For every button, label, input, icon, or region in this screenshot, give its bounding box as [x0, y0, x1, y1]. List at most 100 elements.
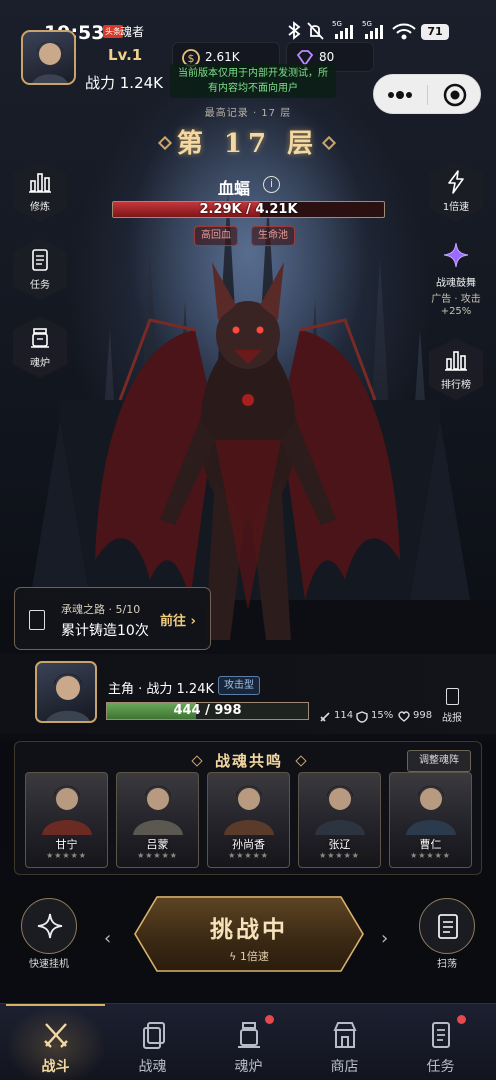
dev-notice: 当前版本仅用于内部开发测试，所有内容均不面向用户 — [170, 64, 336, 98]
nav-label: 战斗 — [41, 1059, 70, 1075]
player-avatar[interactable] — [21, 30, 76, 85]
furnace-button[interactable]: 魂炉 — [9, 316, 71, 378]
coin-amount: 2.61K — [205, 50, 240, 64]
lightning-icon — [448, 170, 464, 194]
nav-item-furnace[interactable]: 魂炉 — [199, 1004, 298, 1080]
hero-card-name: 孙尚香 — [232, 838, 265, 851]
bluetooth-icon — [288, 21, 301, 40]
nav-label: 商店 — [330, 1059, 359, 1075]
floor-title: 第 17 层 — [150, 124, 346, 164]
hero-defense: 15% — [371, 710, 394, 721]
war-drum-bonus: +25% — [440, 306, 472, 317]
boss-trait-badge[interactable]: 生命池 — [251, 226, 295, 246]
shop-icon — [333, 1022, 357, 1048]
hero-card-stars: ★★★★★ — [228, 851, 269, 860]
scroll-icon — [32, 249, 48, 271]
bottom-nav: 战斗 战魂 魂炉 商店 任务 — [0, 1003, 496, 1080]
quick-idle-button[interactable] — [21, 898, 77, 954]
network-label: 5G — [332, 20, 342, 28]
hero-health: 998 — [413, 710, 433, 721]
hero-portrait-icon — [133, 785, 183, 835]
hero-card[interactable]: 孙尚香 ★★★★★ — [207, 772, 290, 868]
notification-badge — [265, 1015, 274, 1024]
sparkle-icon — [37, 913, 63, 939]
sparkle-icon — [443, 242, 469, 268]
heart-icon — [398, 711, 410, 722]
quick-idle-label: 快速挂机 — [29, 959, 69, 970]
hero-hp-bar: 444 / 998 — [106, 702, 309, 720]
notification-badge — [457, 1015, 466, 1024]
challenge-button[interactable]: 挑战中 ϟ 1倍速 — [134, 896, 364, 972]
wifi-icon — [392, 23, 416, 40]
nav-item-soul[interactable]: 战魂 — [103, 1004, 202, 1080]
boss-hp-bar: 2.29K / 4.21K — [112, 201, 385, 218]
task-button[interactable]: 任务 — [9, 238, 71, 300]
warrior-portrait-icon — [46, 673, 90, 721]
shield-icon — [356, 711, 368, 723]
quest-panel[interactable]: 承魂之路 · 5/10 累计铸造10次 前往 › — [14, 587, 211, 650]
sweep-button[interactable] — [419, 898, 475, 954]
hero-name-power: 主角 · 战力 1.24K — [108, 682, 214, 697]
hero-card-name: 曹仁 — [419, 838, 442, 851]
cultivate-label: 修炼 — [30, 202, 50, 213]
scroll-icon — [432, 1022, 450, 1048]
hero-portrait-icon — [42, 785, 92, 835]
player-power: 战力 1.24K — [85, 74, 164, 92]
hero-card[interactable]: 甘宁 ★★★★★ — [25, 772, 108, 868]
hero-role-tag: 攻击型 — [218, 676, 260, 695]
nav-item-task[interactable]: 任务 — [391, 1004, 490, 1080]
player-level: Lv.1 — [108, 46, 143, 64]
boss-hp-text: 2.29K / 4.21K — [199, 202, 298, 217]
speed-label: 1倍速 — [442, 202, 470, 213]
next-arrow[interactable]: › — [381, 928, 388, 949]
nav-label: 魂炉 — [234, 1059, 263, 1075]
app-name: 魂者 — [120, 25, 145, 39]
furnace-label: 魂炉 — [30, 358, 50, 369]
hero-card[interactable]: 吕蒙 ★★★★★ — [116, 772, 199, 868]
boss-name: 血蝠 — [218, 179, 251, 198]
hero-card-stars: ★★★★★ — [410, 851, 451, 860]
adjust-formation-button[interactable]: 调整魂阵 — [407, 750, 471, 772]
war-drum-label: 战魂鼓舞 — [436, 278, 476, 289]
list-icon — [438, 914, 458, 939]
hero-card-stars: ★★★★★ — [46, 851, 87, 860]
quest-description: 累计铸造10次 — [61, 623, 149, 639]
quest-go-button[interactable]: 前往 › — [160, 610, 196, 629]
prev-arrow[interactable]: ‹ — [104, 928, 111, 949]
task-label: 任务 — [30, 280, 50, 291]
hero-card-name: 吕蒙 — [146, 838, 169, 851]
battle-report-label: 战报 — [442, 713, 462, 724]
hero-portrait-icon — [315, 785, 365, 835]
network-label: 5G — [362, 20, 372, 28]
hero-panel: 主角 · 战力 1.24K 攻击型 444 / 998 114 15% 998 … — [0, 654, 496, 734]
nav-label: 任务 — [426, 1059, 455, 1075]
soul-resonance-panel: 战魂共鸣 调整魂阵 甘宁 ★★★★★ 吕蒙 ★★★★★ 孙尚香 ★★★★★ 张辽 ★★★★★ 曹… — [14, 741, 482, 875]
hero-card-stars: ★★★★★ — [319, 851, 360, 860]
bar-chart-icon — [445, 351, 467, 371]
furnace-icon — [31, 328, 49, 348]
nav-label: 战魂 — [138, 1059, 167, 1075]
floor-title-text: 第 17 层 — [176, 129, 320, 159]
challenge-label: 挑战中 — [210, 917, 288, 943]
warrior-portrait-icon — [32, 41, 68, 83]
hero-portrait-icon — [406, 785, 456, 835]
hero-card[interactable]: 曹仁 ★★★★★ — [389, 772, 472, 868]
hero-card-name: 甘宁 — [55, 838, 78, 851]
sweep-label: 扫荡 — [437, 959, 457, 970]
nav-item-battle[interactable]: 战斗 — [6, 1004, 105, 1080]
hero-hp-text: 444 / 998 — [173, 703, 242, 718]
speed-button[interactable]: 1倍速 — [425, 160, 487, 222]
info-icon[interactable]: i — [263, 176, 280, 193]
war-drum-sub: 广告 · 攻击 — [431, 294, 481, 305]
leaderboard-button[interactable]: 排行榜 — [425, 338, 487, 400]
nav-item-shop[interactable]: 商店 — [295, 1004, 394, 1080]
gem-amount: 80 — [319, 50, 335, 64]
leaderboard-label: 排行榜 — [441, 380, 471, 391]
hero-avatar[interactable] — [35, 661, 97, 723]
bar-chart-icon — [29, 173, 51, 193]
cards-icon — [143, 1022, 165, 1049]
cultivate-button[interactable]: 修炼 — [9, 160, 71, 222]
battle-report-button[interactable]: 战报 — [435, 688, 469, 724]
hero-card[interactable]: 张辽 ★★★★★ — [298, 772, 381, 868]
boss-trait-badge[interactable]: 高回血 — [194, 226, 238, 246]
